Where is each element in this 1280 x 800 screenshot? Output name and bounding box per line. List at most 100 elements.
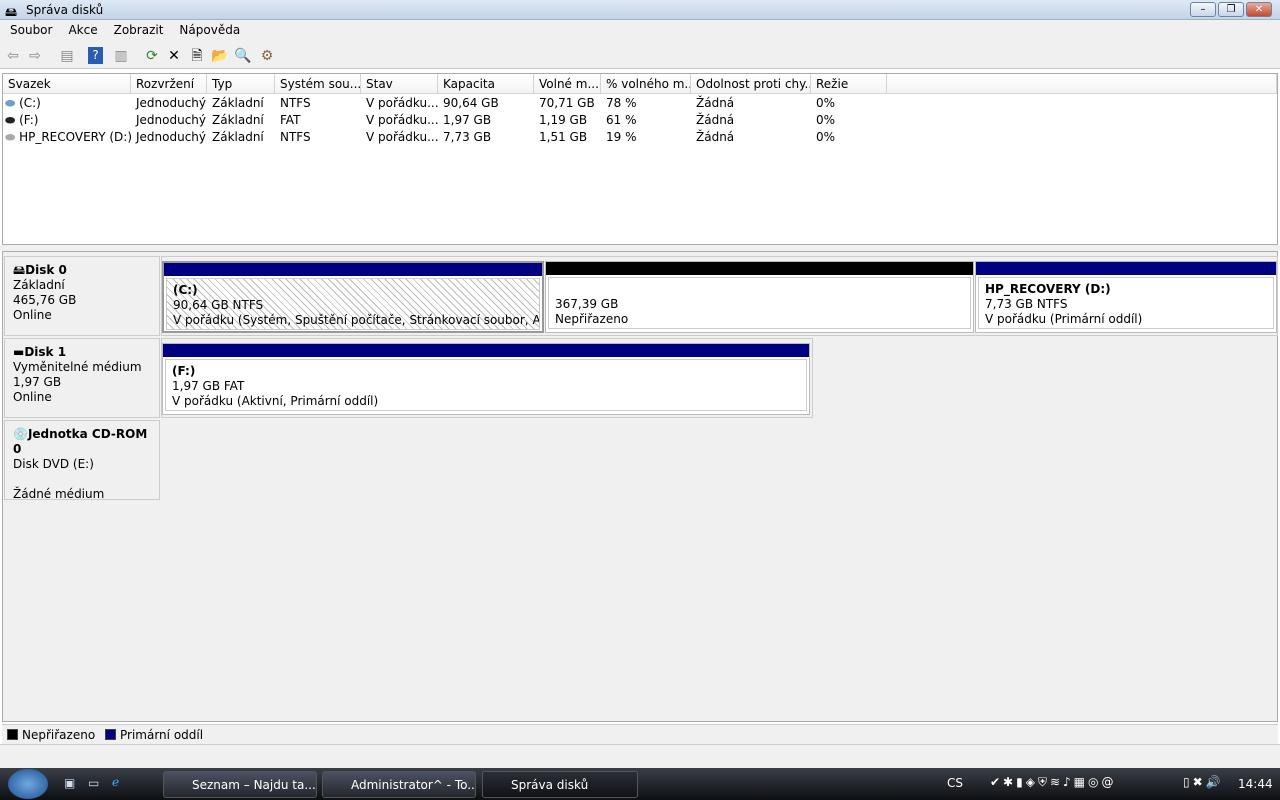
menu-akce[interactable]: Akce <box>58 20 103 37</box>
table-cell[interactable]: 7,73 GB <box>438 128 534 145</box>
cell-text: V pořádku... <box>366 96 438 110</box>
minimize-button[interactable]: – <box>1190 2 1216 17</box>
cell-text: Žádná <box>696 113 735 127</box>
start-button[interactable] <box>8 769 48 799</box>
properties-icon[interactable]: 🗎 <box>187 46 207 66</box>
table-cell[interactable]: 70,71 GB <box>534 94 601 111</box>
partition-unallocated[interactable]: 367,39 GB Nepřiřazeno <box>545 261 974 333</box>
forward-icon[interactable]: ⇨ <box>25 46 45 66</box>
table-cell[interactable]: Základní <box>207 128 275 145</box>
table-cell[interactable]: ⬬ (F:) <box>3 111 131 128</box>
column-header-capacity[interactable]: Kapacita <box>438 74 534 94</box>
disk-1-label[interactable]: ▬Disk 1 Vyměnitelné médium 1,97 GB Onlin… <box>4 338 160 418</box>
column-header-layout[interactable]: Rozvržení <box>131 74 207 94</box>
disk-0-label[interactable]: 🖴Disk 0 Základní 465,76 GB Online <box>4 256 160 336</box>
partition-hp-recovery[interactable]: HP_RECOVERY (D:) 7,73 GB NTFS V pořádku … <box>975 261 1277 333</box>
table-cell[interactable]: 1,51 GB <box>534 128 601 145</box>
task-seznam[interactable]: Seznam – Najdu ta... <box>163 771 317 798</box>
partition-c[interactable]: (C:) 90,64 GB NTFS V pořádku (Systém, Sp… <box>162 261 544 333</box>
cell-text: 0% <box>816 130 836 144</box>
internet-explorer-icon[interactable]: ℯ <box>112 775 119 789</box>
table-cell[interactable]: Jednoduchý <box>131 128 207 145</box>
table-cell[interactable]: Jednoduchý <box>131 94 207 111</box>
table-cell[interactable]: 61 % <box>601 111 691 128</box>
show-hide-tree-icon[interactable]: ▤ <box>57 46 77 66</box>
disk-name: Disk 1 <box>24 345 67 359</box>
table-cell[interactable]: 78 % <box>601 94 691 111</box>
table-cell[interactable]: NTFS <box>275 128 361 145</box>
switch-windows-icon[interactable]: ▭ <box>88 776 99 790</box>
task-disk-management[interactable]: Správa disků <box>482 771 638 798</box>
partition-title: (C:) <box>173 283 198 297</box>
menu-napoveda[interactable]: Nápověda <box>169 20 246 37</box>
menu-zobrazit[interactable]: Zobrazit <box>104 20 170 37</box>
delete-icon[interactable]: ✕ <box>164 46 184 66</box>
table-cell[interactable]: Základní <box>207 111 275 128</box>
menu-soubor[interactable]: Soubor <box>0 20 58 37</box>
task-label: Seznam – Najdu ta... <box>192 778 316 792</box>
partition-title: (F:) <box>172 364 196 378</box>
cdrom-0-label[interactable]: 💿Jednotka CD-ROM 0 Disk DVD (E:) Žádné m… <box>4 420 160 501</box>
clock[interactable]: 14:44 <box>1238 777 1273 791</box>
table-cell[interactable]: V pořádku... <box>361 111 438 128</box>
close-button[interactable]: ✕ <box>1246 2 1272 17</box>
table-cell[interactable]: 19 % <box>601 128 691 145</box>
table-cell[interactable]: Jednoduchý <box>131 111 207 128</box>
tray-icons[interactable]: ✔✱▮◈⛨≋♪▦◎@ <box>990 775 1116 790</box>
primary-partition-bar <box>164 263 542 276</box>
language-indicator[interactable]: CS <box>947 776 963 790</box>
maximize-button[interactable]: ❐ <box>1218 2 1244 17</box>
partition-size: 7,73 GB NTFS <box>985 297 1068 311</box>
table-cell[interactable]: 1,19 GB <box>534 111 601 128</box>
back-icon[interactable]: ⇦ <box>3 46 23 66</box>
refresh-icon[interactable]: ⟳ <box>142 46 162 66</box>
legend-swatch-unallocated <box>7 729 18 740</box>
disk-1-partitions: (F:) 1,97 GB FAT V pořádku (Aktivní, Pri… <box>161 338 813 418</box>
unallocated-bar <box>546 262 973 275</box>
primary-partition-bar <box>163 344 809 357</box>
column-header-overhead[interactable]: Režie <box>811 74 887 94</box>
explore-icon[interactable]: 🔍 <box>233 46 253 66</box>
removable-disk-icon: ▬ <box>13 345 25 359</box>
partition-f[interactable]: (F:) 1,97 GB FAT V pořádku (Aktivní, Pri… <box>162 343 810 415</box>
legend-unallocated: Nepřiřazeno <box>22 728 96 742</box>
cell-text: 19 % <box>606 130 637 144</box>
table-cell[interactable]: 0% <box>811 111 887 128</box>
table-cell[interactable]: Žádná <box>691 128 811 145</box>
table-cell[interactable]: NTFS <box>275 94 361 111</box>
action-pane-icon[interactable]: ▥ <box>111 46 131 66</box>
table-cell[interactable]: 90,64 GB <box>438 94 534 111</box>
primary-partition-bar <box>976 262 1276 275</box>
table-cell[interactable]: ⬬ HP_RECOVERY (D:) <box>3 128 131 145</box>
table-cell[interactable]: 1,97 GB <box>438 111 534 128</box>
column-header-type[interactable]: Typ <box>207 74 275 94</box>
table-cell[interactable]: ⬬ (C:) <box>3 94 131 111</box>
column-header-fault-tolerance[interactable]: Odolnost proti chy... <box>691 74 811 94</box>
task-administrator[interactable]: Administrator^ - To... <box>322 771 476 798</box>
show-desktop-icon[interactable]: ▣ <box>64 776 75 790</box>
cell-text: 90,64 GB <box>443 96 499 110</box>
table-cell[interactable]: Základní <box>207 94 275 111</box>
column-header-filesystem[interactable]: Systém sou... <box>275 74 361 94</box>
cell-text: HP_RECOVERY (D:) <box>19 130 131 144</box>
settings-icon[interactable]: ⚙ <box>257 46 277 66</box>
table-cell[interactable]: 0% <box>811 94 887 111</box>
column-header-volume[interactable]: Svazek <box>3 74 131 94</box>
help-icon[interactable]: ? <box>88 47 103 64</box>
cell-text: 1,19 GB <box>539 113 588 127</box>
column-header-free[interactable]: Volné m... <box>534 74 601 94</box>
table-cell[interactable]: FAT <box>275 111 361 128</box>
open-folder-icon[interactable]: 📂 <box>210 46 230 66</box>
toolbar: ⇦ ⇨ ▤ ? ▥ ⟳ ✕ 🗎 📂 🔍 ⚙ <box>0 42 1280 69</box>
cell-text: Základní <box>212 113 264 127</box>
column-header-percent-free[interactable]: % volného m... <box>601 74 691 94</box>
column-header-status[interactable]: Stav <box>361 74 438 94</box>
table-cell[interactable]: 0% <box>811 128 887 145</box>
system-tray-power-network-volume-icons[interactable]: ▯✖🔊 <box>1183 775 1224 789</box>
table-cell[interactable]: V pořádku... <box>361 128 438 145</box>
disk-size: 1,97 GB <box>13 375 62 389</box>
table-cell[interactable]: V pořádku... <box>361 94 438 111</box>
table-cell[interactable]: Žádná <box>691 111 811 128</box>
table-cell[interactable]: Žádná <box>691 94 811 111</box>
menu-bar: Soubor Akce Zobrazit Nápověda <box>0 20 1280 42</box>
